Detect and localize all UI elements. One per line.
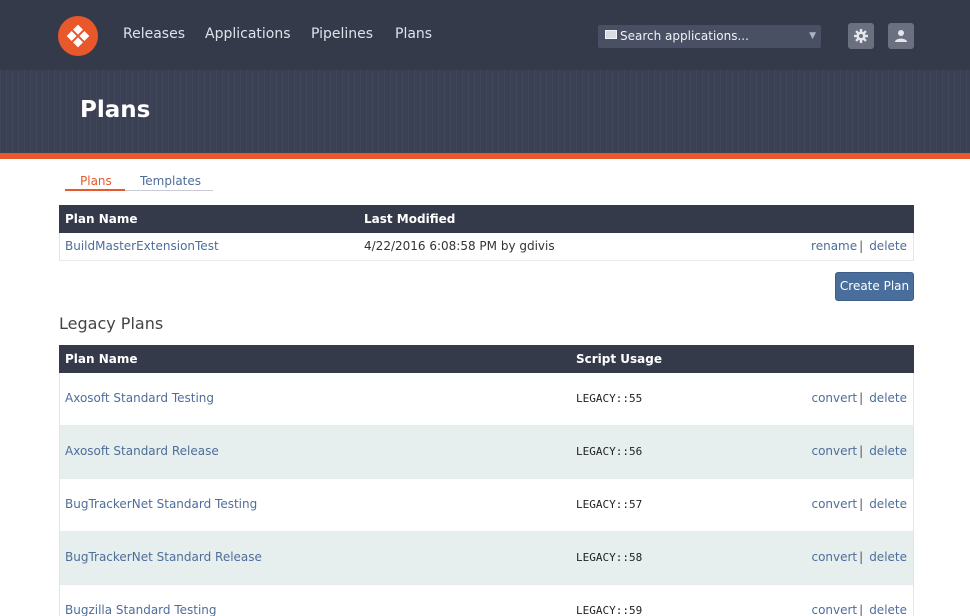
search-placeholder: Search applications... xyxy=(620,29,749,43)
accent-divider xyxy=(0,153,970,159)
delete-link[interactable]: delete xyxy=(869,550,907,564)
row-actions: convert | delete xyxy=(811,497,907,511)
script-usage-value: LEGACY::55 xyxy=(576,392,643,405)
plan-name-link[interactable]: BugTrackerNet Standard Testing xyxy=(65,497,257,511)
delete-link[interactable]: delete xyxy=(869,497,907,511)
script-usage-value: LEGACY::59 xyxy=(576,604,643,616)
application-search[interactable]: Search applications... ▼ xyxy=(598,25,821,48)
row-actions: convert | delete xyxy=(811,391,907,405)
plan-name-link[interactable]: Axosoft Standard Release xyxy=(65,444,219,458)
table-header: Plan Name Script Usage xyxy=(59,345,914,373)
action-separator: | xyxy=(859,391,864,405)
convert-link[interactable]: convert xyxy=(811,391,857,405)
action-separator: | xyxy=(859,444,864,458)
script-usage-value: LEGACY::58 xyxy=(576,551,643,564)
convert-link[interactable]: convert xyxy=(811,444,857,458)
column-header-plan-name: Plan Name xyxy=(65,352,138,366)
delete-link[interactable]: delete xyxy=(869,239,907,253)
create-plan-button[interactable]: Create Plan xyxy=(835,272,914,301)
gear-icon xyxy=(854,29,868,43)
application-box-icon xyxy=(605,30,617,39)
page-header: Plans xyxy=(0,70,970,153)
convert-link[interactable]: convert xyxy=(811,603,857,616)
legacy-plans-title: Legacy Plans xyxy=(59,314,164,333)
row-actions: rename | delete xyxy=(811,239,907,253)
column-header-last-modified: Last Modified xyxy=(364,212,456,226)
nav-plans[interactable]: Plans xyxy=(395,26,432,42)
active-tab-indicator xyxy=(65,189,125,191)
table-row: Axosoft Standard Testing LEGACY::55 conv… xyxy=(59,373,914,426)
chevron-down-icon: ▼ xyxy=(809,31,816,41)
action-separator: | xyxy=(859,603,864,616)
rename-link[interactable]: rename xyxy=(811,239,857,253)
table-row: Axosoft Standard Release LEGACY::56 conv… xyxy=(59,426,914,479)
last-modified-value: 4/22/2016 6:08:58 PM by gdivis xyxy=(364,239,555,253)
table-row: Bugzilla Standard Testing LEGACY::59 con… xyxy=(59,585,914,616)
row-actions: convert | delete xyxy=(811,550,907,564)
table-row: BuildMasterExtensionTest 4/22/2016 6:08:… xyxy=(59,233,914,261)
convert-link[interactable]: convert xyxy=(811,550,857,564)
plan-name-link[interactable]: BuildMasterExtensionTest xyxy=(65,239,219,253)
plans-table: Plan Name Last Modified BuildMasterExten… xyxy=(59,205,914,261)
plan-name-link[interactable]: Bugzilla Standard Testing xyxy=(65,603,217,616)
delete-link[interactable]: delete xyxy=(869,391,907,405)
action-separator: | xyxy=(859,497,864,511)
nav-applications[interactable]: Applications xyxy=(205,26,291,42)
page-title: Plans xyxy=(80,97,151,123)
nav-releases[interactable]: Releases xyxy=(123,26,185,42)
script-usage-value: LEGACY::56 xyxy=(576,445,643,458)
plans-tabs: Plans Templates xyxy=(65,171,213,191)
user-icon xyxy=(895,30,907,42)
table-row: BugTrackerNet Standard Release LEGACY::5… xyxy=(59,532,914,585)
action-separator: | xyxy=(859,550,864,564)
settings-button[interactable] xyxy=(848,23,874,49)
table-row: BugTrackerNet Standard Testing LEGACY::5… xyxy=(59,479,914,532)
plan-name-link[interactable]: BugTrackerNet Standard Release xyxy=(65,550,262,564)
script-usage-value: LEGACY::57 xyxy=(576,498,643,511)
column-header-script-usage: Script Usage xyxy=(576,352,663,366)
logo-mark-icon xyxy=(66,24,90,48)
legacy-plans-table: Plan Name Script Usage Axosoft Standard … xyxy=(59,345,914,616)
nav-pipelines[interactable]: Pipelines xyxy=(311,26,373,42)
user-button[interactable] xyxy=(888,23,914,49)
row-actions: convert | delete xyxy=(811,603,907,616)
inedo-logo[interactable] xyxy=(58,16,98,56)
row-actions: convert | delete xyxy=(811,444,907,458)
action-separator: | xyxy=(859,239,864,253)
plan-name-link[interactable]: Axosoft Standard Testing xyxy=(65,391,214,405)
tab-plans[interactable]: Plans xyxy=(80,174,112,188)
tab-templates[interactable]: Templates xyxy=(140,174,201,188)
convert-link[interactable]: convert xyxy=(811,497,857,511)
top-nav: Releases Applications Pipelines Plans Se… xyxy=(0,0,970,70)
table-header: Plan Name Last Modified xyxy=(59,205,914,233)
column-header-plan-name: Plan Name xyxy=(65,212,138,226)
delete-link[interactable]: delete xyxy=(869,603,907,616)
delete-link[interactable]: delete xyxy=(869,444,907,458)
